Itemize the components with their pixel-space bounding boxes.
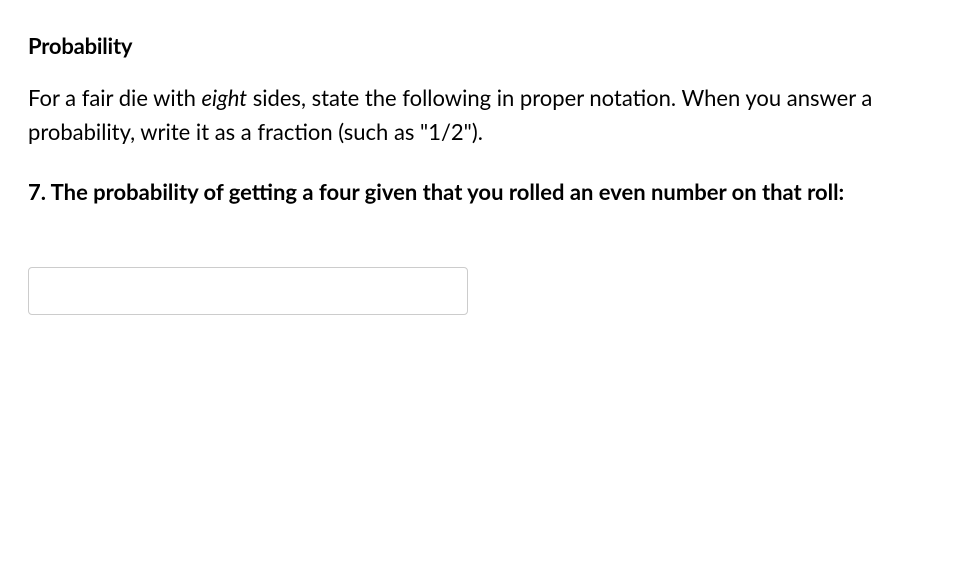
section-heading: Probability bbox=[28, 32, 938, 59]
instructions-part1: For a fair die with bbox=[28, 84, 202, 111]
question-text: 7. The probability of getting a four giv… bbox=[28, 175, 938, 209]
answer-input[interactable] bbox=[28, 267, 468, 315]
instructions-emphasis: eight bbox=[202, 84, 248, 111]
instructions-text: For a fair die with eight sides, state t… bbox=[28, 81, 928, 149]
